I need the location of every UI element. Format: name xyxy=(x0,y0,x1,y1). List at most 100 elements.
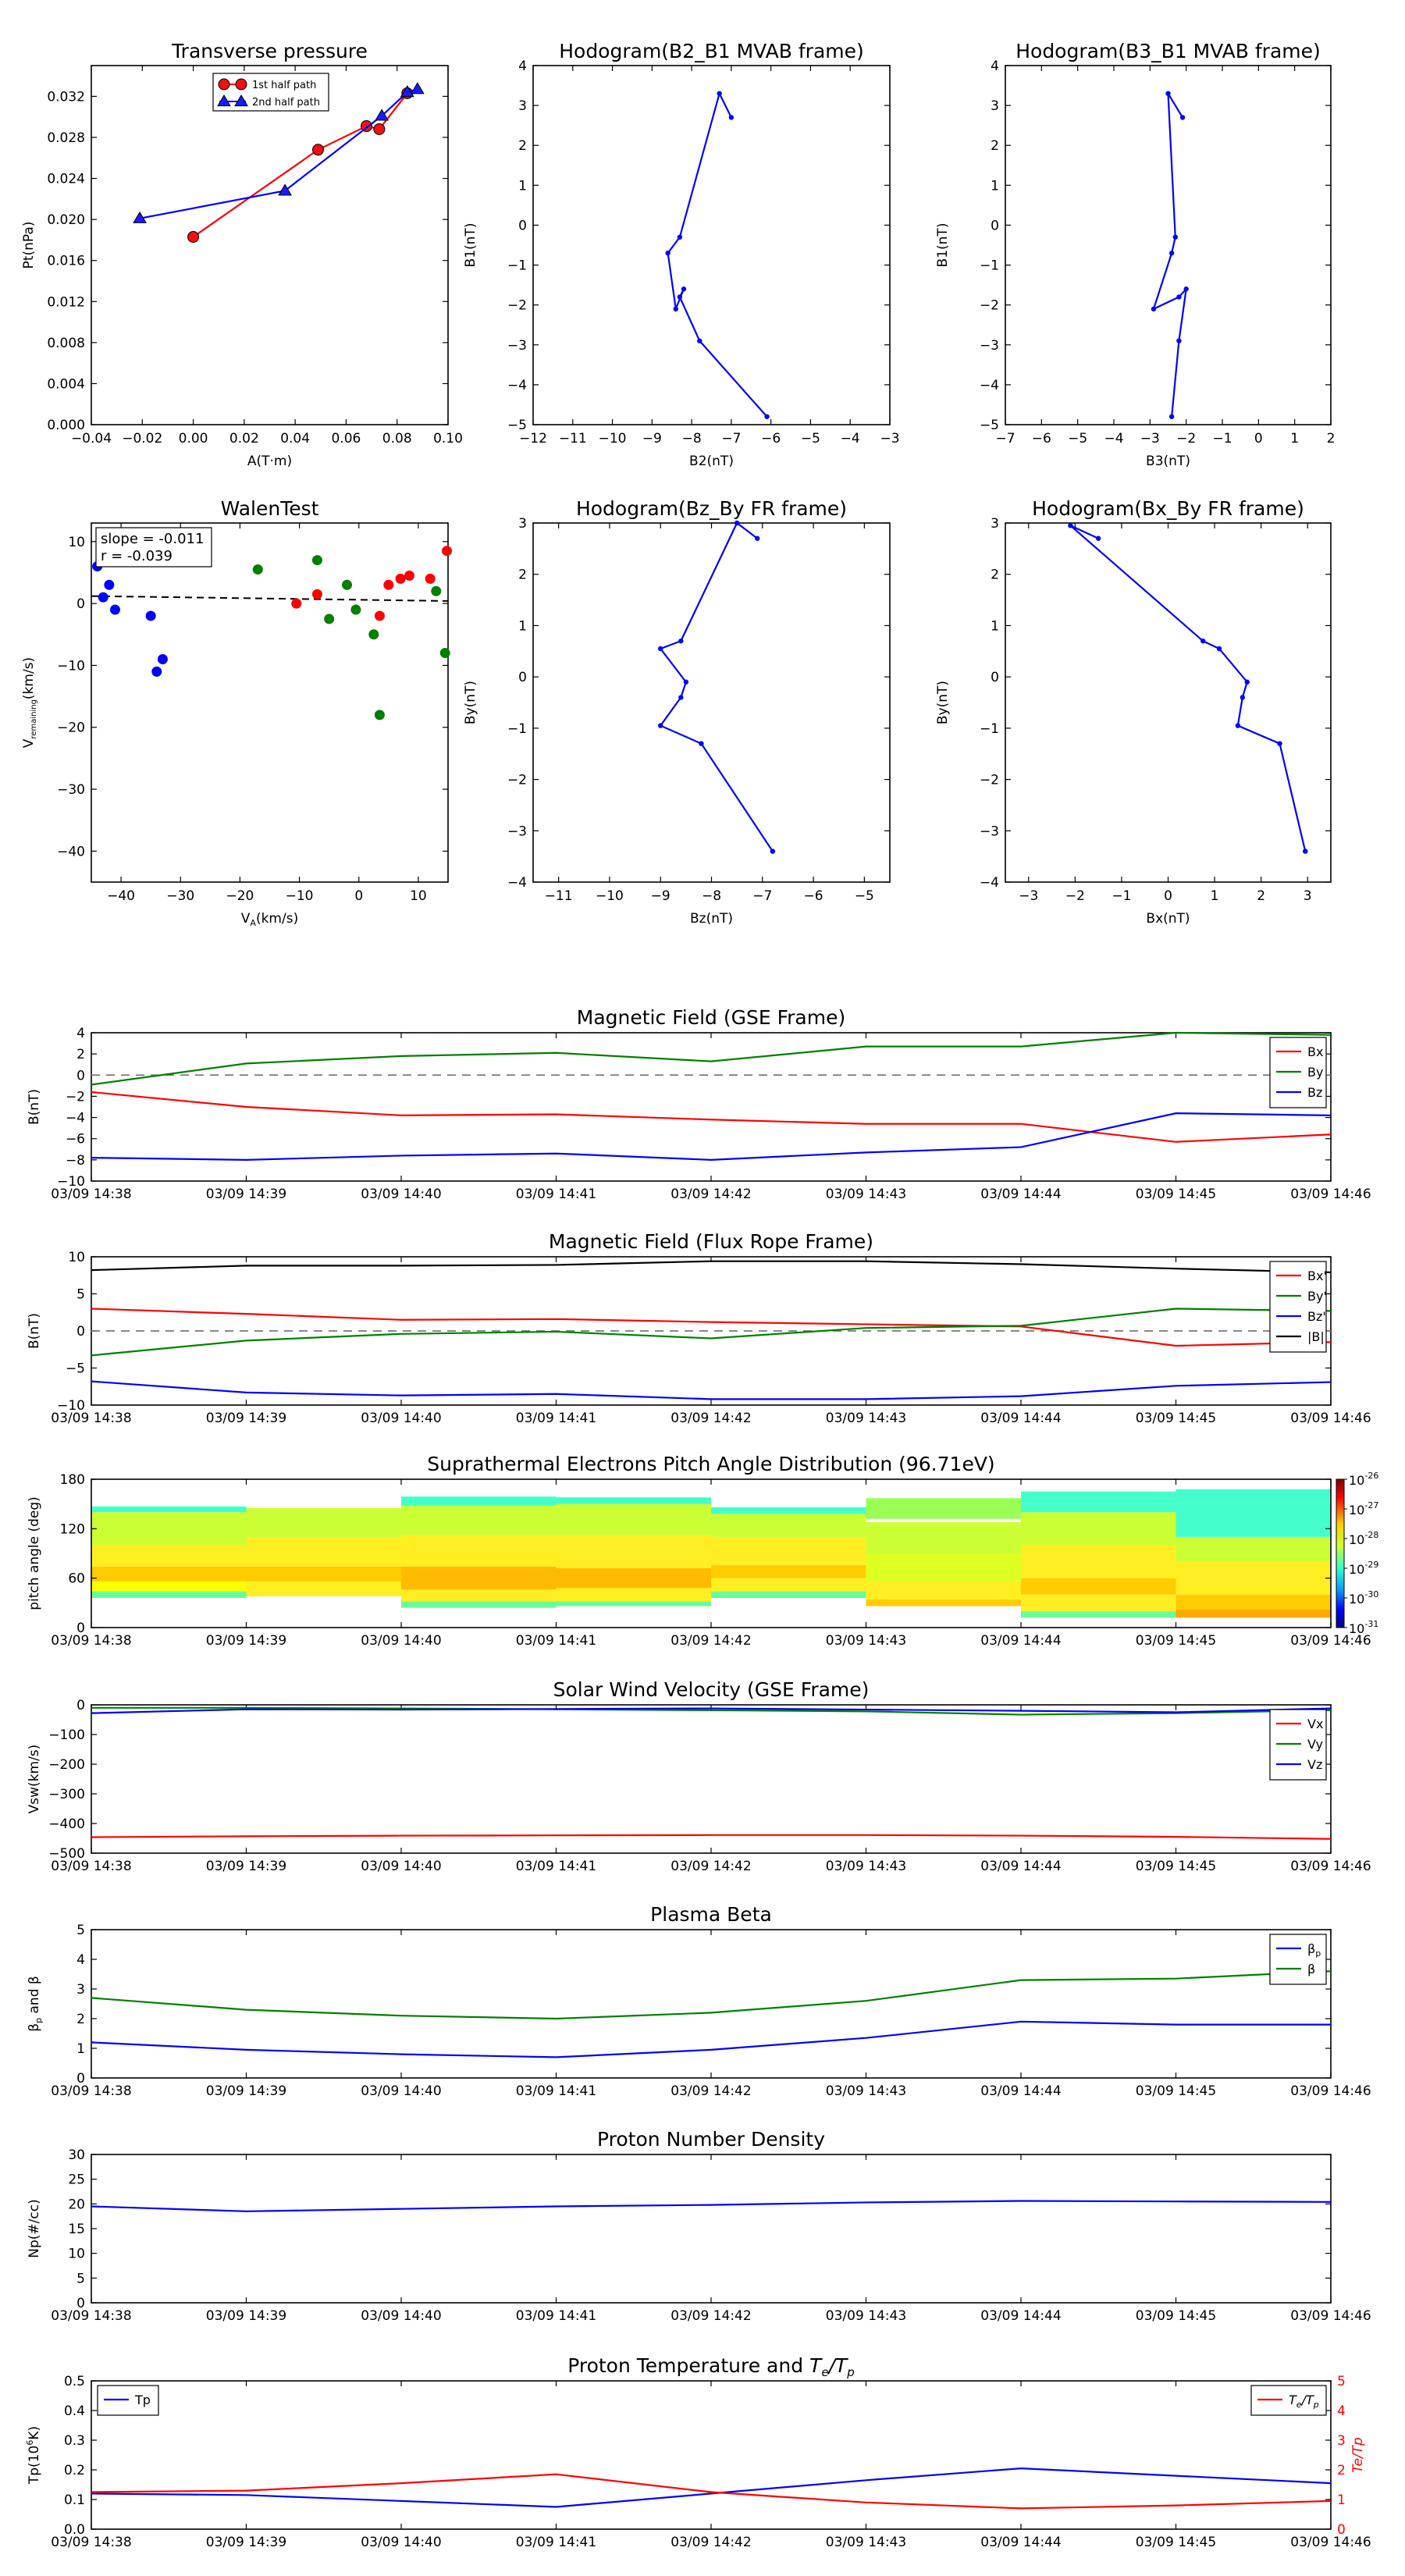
magnetic_field_gse-ytick-label: 0 xyxy=(76,1068,85,1083)
proton_temperature-ytick-label: 0.3 xyxy=(64,2433,85,2449)
hodogram_bz_by-xtick-label: −8 xyxy=(702,888,721,904)
hodogram_b2_b1-point xyxy=(673,306,678,311)
pitch_angle-xtick-label: 03/09 14:38 xyxy=(51,1633,131,1649)
pitch_angle-cell xyxy=(866,1581,1021,1600)
hodogram_bx_by-ytick-label: 0 xyxy=(991,670,999,685)
hodogram_b3_b1-point xyxy=(1176,294,1182,300)
walen_test-title: WalenTest xyxy=(221,497,319,520)
walen_test-point xyxy=(151,666,162,677)
pitch_angle-cell xyxy=(711,1564,866,1578)
plasma_beta-xtick-label: 03/09 14:40 xyxy=(361,2083,441,2099)
hodogram_bz_by-point xyxy=(770,849,776,854)
hodogram_bx_by-ylabel: By(nT) xyxy=(935,681,951,724)
magnetic_field_fr-ytick-label: 0 xyxy=(76,1324,85,1340)
proton_temperature-ytick-right-label: 4 xyxy=(1337,2403,1346,2419)
pitch_angle-xtick-label: 03/09 14:44 xyxy=(980,1633,1061,1649)
plasma_beta-ytick-label: 1 xyxy=(76,2041,85,2057)
walen_test-point xyxy=(368,629,379,640)
magnetic_field_gse-xtick-label: 03/09 14:42 xyxy=(670,1187,751,1202)
pitch_angle-cell xyxy=(556,1588,711,1602)
hodogram_bz_by-ytick-label: −4 xyxy=(507,875,527,891)
magnetic_field_fr-legend-label: Bx' xyxy=(1307,1268,1327,1283)
plasma_beta-xtick-label: 03/09 14:38 xyxy=(51,2083,131,2099)
solar_wind_velocity-xtick-label: 03/09 14:45 xyxy=(1136,1859,1216,1874)
walen_test-point xyxy=(104,579,115,590)
pitch_angle-colorbar-label: 10-30 xyxy=(1349,1589,1378,1606)
pitch_angle-xtick-label: 03/09 14:42 xyxy=(670,1633,751,1649)
hodogram_b3_b1-point xyxy=(1168,251,1175,256)
pitch_angle-ytick-label: 0 xyxy=(76,1621,85,1636)
plasma_beta-xtick-label: 03/09 14:46 xyxy=(1290,2083,1371,2099)
hodogram_bz_by-xtick-label: −6 xyxy=(804,888,823,904)
walen_test-point xyxy=(324,614,335,624)
magnetic_field_gse-ytick-label: 4 xyxy=(76,1026,85,1041)
hodogram_bx_by-point xyxy=(1216,646,1222,652)
pitch_angle-cell xyxy=(401,1589,557,1602)
hodogram_b3_b1-point xyxy=(1172,234,1178,240)
proton_temperature-axes-frame xyxy=(91,2380,1332,2530)
solar_wind_velocity-xtick-label: 03/09 14:39 xyxy=(206,1859,286,1874)
transverse_pressure-xtick-label: −0.02 xyxy=(122,431,162,447)
walen_test-xtick-label: −40 xyxy=(107,888,135,904)
transverse_pressure-ytick-label: 0.008 xyxy=(47,336,85,351)
walen_test-point xyxy=(439,648,450,659)
transverse_pressure-axes-frame xyxy=(91,65,449,425)
pitch_angle-xtick-label: 03/09 14:39 xyxy=(206,1633,286,1649)
proton_density-ytick-label: 20 xyxy=(68,2197,85,2212)
hodogram_b3_b1-ytick-label: 1 xyxy=(991,178,999,194)
magnetic_field_fr-series-line xyxy=(91,1380,1332,1400)
proton_density-ylabel: Np(#/cc) xyxy=(27,2199,42,2258)
magnetic_field_gse-xtick-label: 03/09 14:41 xyxy=(516,1187,596,1202)
hodogram_b2_b1-xtick-label: −3 xyxy=(880,431,899,447)
plasma_beta-legend-label: β xyxy=(1307,1962,1315,1976)
legend-point xyxy=(235,78,247,91)
hodogram_b2_b1-xlabel: B2(nT) xyxy=(689,454,734,469)
hodogram_bx_by-ytick-label: −1 xyxy=(980,721,999,737)
hodogram_bz_by-ytick-label: −1 xyxy=(507,721,527,737)
pitch_angle-colorbar-label: 10-28 xyxy=(1349,1530,1378,1547)
walen_test-ytick-label: −20 xyxy=(57,720,85,736)
transverse_pressure-series-line xyxy=(192,92,408,238)
magnetic_field_fr-xtick-label: 03/09 14:40 xyxy=(361,1411,441,1426)
proton_density-ytick-label: 5 xyxy=(76,2271,85,2286)
walen_test-ytick-label: −30 xyxy=(57,782,85,798)
solar_wind_velocity-xtick-label: 03/09 14:42 xyxy=(670,1859,751,1874)
pitch_angle-cell xyxy=(91,1506,247,1513)
magnetic_field_fr-xtick-label: 03/09 14:45 xyxy=(1136,1411,1216,1426)
hodogram_bz_by-point xyxy=(658,646,663,652)
walen_test-xtick-label: −10 xyxy=(286,888,314,904)
pitch_angle-cell xyxy=(1176,1609,1331,1618)
walen_test-xtick-label: 0 xyxy=(354,888,363,904)
transverse_pressure-ytick-label: 0.024 xyxy=(47,172,85,187)
walen_test-annotation: r = -0.039 xyxy=(101,548,173,564)
hodogram_b2_b1-ytick-label: 0 xyxy=(518,218,527,233)
pitch_angle-cell xyxy=(1021,1610,1176,1618)
walen_test-xtick-label: 10 xyxy=(410,888,427,904)
pitch_angle-cell xyxy=(556,1568,711,1589)
proton_temperature-ytick-label: 0.5 xyxy=(64,2374,85,2389)
solar_wind_velocity-ytick-label: −100 xyxy=(48,1727,85,1743)
transverse_pressure-ytick-label: 0.020 xyxy=(47,212,85,228)
hodogram_bz_by-xtick-label: −11 xyxy=(545,888,573,904)
proton_temperature-ytick-label: 0.0 xyxy=(64,2522,85,2538)
magnetic_field_gse-xtick-label: 03/09 14:44 xyxy=(980,1187,1061,1202)
proton_temperature-ylabel-right: Te/Tp xyxy=(1350,2437,1366,2473)
hodogram_b3_b1-point xyxy=(1151,306,1157,311)
hodogram_b2_b1-point xyxy=(677,234,683,240)
proton_temperature-series-line xyxy=(91,2473,1332,2510)
pitch_angle-cell xyxy=(91,1591,247,1598)
magnetic_field_fr-series-line xyxy=(91,1260,1332,1274)
pitch_angle-ytick-label: 60 xyxy=(68,1571,85,1587)
magnetic_field_gse-ytick-label: 2 xyxy=(76,1047,85,1062)
walen_test-point xyxy=(425,573,436,584)
solar_wind_velocity-ytick-label: −500 xyxy=(48,1846,85,1862)
walen_test-point xyxy=(145,610,156,621)
plasma_beta-ytick-label: 2 xyxy=(76,2012,85,2027)
pitch_angle-cell xyxy=(866,1521,1021,1553)
walen_test-point xyxy=(157,653,168,664)
hodogram_b2_b1-ytick-label: 1 xyxy=(518,178,527,194)
walen_test-ytick-label: −40 xyxy=(57,844,85,859)
proton_temperature-title: Proton Temperature and Te/Tp xyxy=(567,2354,855,2379)
hodogram_bx_by-ytick-label: −2 xyxy=(980,773,999,788)
hodogram_b2_b1-ytick-label: −1 xyxy=(507,258,527,274)
